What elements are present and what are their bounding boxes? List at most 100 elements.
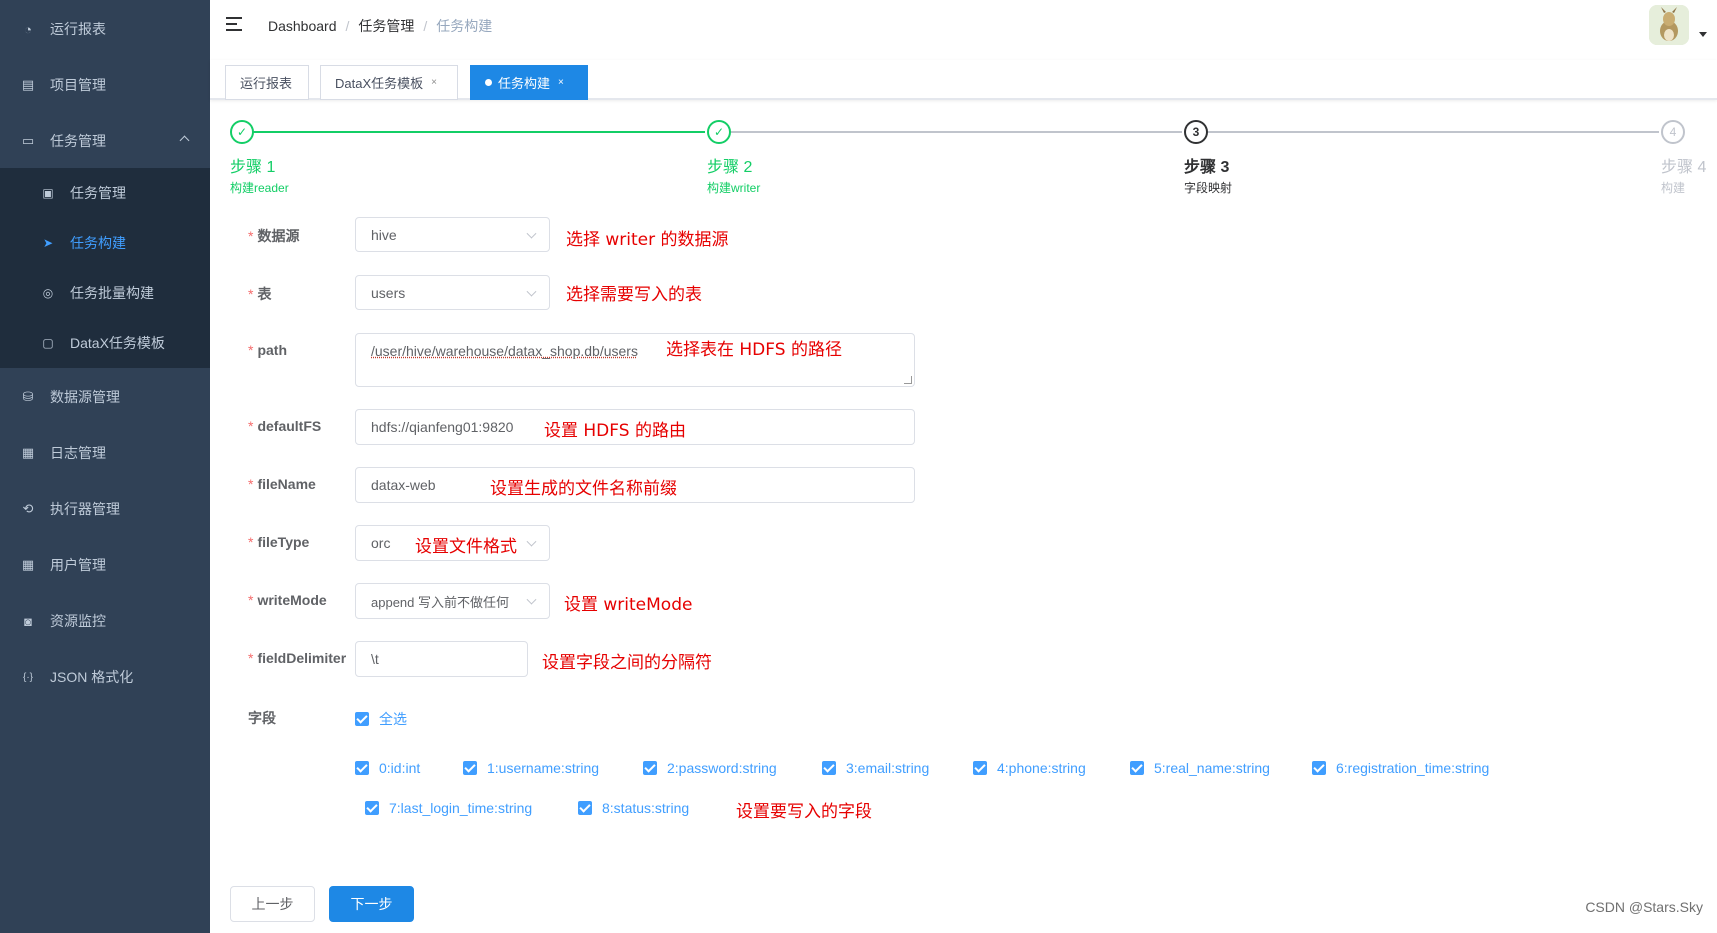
datasource-select[interactable]: hive (355, 217, 550, 252)
sidebar-item-label: 执行器管理 (50, 501, 120, 517)
sidebar-item-datasource[interactable]: ⛁ 数据源管理 (0, 369, 210, 425)
checkbox-checked-icon (365, 801, 379, 815)
writemode-select[interactable]: append 写入前不做任何 (355, 583, 550, 619)
step-2-title: 步骤 2 (707, 159, 753, 176)
sidebar-item-label: 数据源管理 (50, 389, 120, 405)
sidebar-item-label: DataX任务模板 (70, 335, 165, 351)
sidebar-item-executors[interactable]: ⟲ 执行器管理 (0, 481, 210, 537)
breadcrumb-task-manage[interactable]: 任务管理 (358, 16, 414, 36)
table-select[interactable]: users (355, 275, 550, 310)
sidebar-subitem-task-build[interactable]: ➤ 任务构建 (0, 218, 210, 268)
database-icon: ▤ (21, 77, 35, 92)
tag-datax-template[interactable]: DataX任务模板 × (320, 65, 458, 100)
checkbox-checked-icon (1312, 761, 1326, 775)
sidebar-item-json-format[interactable]: {·} JSON 格式化 (0, 649, 210, 705)
step-4-number-icon: 4 (1661, 120, 1685, 144)
fielddelimiter-label: * fieldDelimiter (248, 650, 347, 666)
field-checkbox[interactable]: 8:status:string (578, 800, 689, 816)
fielddelimiter-annotation: 设置字段之间的分隔符 (542, 653, 712, 673)
close-icon[interactable]: × (558, 77, 564, 88)
active-dot-icon (485, 79, 492, 86)
checkbox-checked-icon (643, 761, 657, 775)
hamburger-icon[interactable] (226, 16, 244, 32)
tag-label: DataX任务模板 (335, 76, 424, 91)
step-4-title: 步骤 4 (1661, 159, 1707, 176)
select-all-checkbox[interactable]: 全选 (355, 709, 407, 729)
chevron-up-icon (179, 135, 190, 146)
log-icon: ▦ (21, 445, 35, 460)
sidebar-item-label: 日志管理 (50, 445, 106, 461)
step-1-title: 步骤 1 (230, 159, 276, 176)
monitor-icon: ▭ (21, 133, 35, 148)
breadcrumb-separator: / (345, 18, 350, 34)
path-annotation: 选择表在 HDFS 的路径 (666, 340, 842, 360)
tag-label: 运行报表 (240, 76, 293, 91)
field-checkbox[interactable]: 6:registration_time:string (1312, 760, 1489, 776)
field-checkbox[interactable]: 1:username:string (463, 760, 599, 776)
path-label: * path (248, 342, 288, 358)
tag-task-build[interactable]: 任务构建 × (470, 65, 588, 100)
tags-view: 运行报表 DataX任务模板 × 任务构建 × (210, 60, 1717, 100)
batch-icon: ◎ (42, 286, 54, 300)
table-icon: ▦ (21, 557, 35, 572)
field-checkbox[interactable]: 7:last_login_time:string (365, 800, 532, 816)
checkbox-checked-icon (463, 761, 477, 775)
task-icon: ▣ (42, 186, 54, 200)
tag-label: 任务构建 (498, 76, 551, 91)
field-checkbox[interactable]: 4:phone:string (973, 760, 1086, 776)
checkbox-checked-icon (355, 712, 369, 726)
datasource-label: * 数据源 (248, 228, 300, 244)
writemode-label: * writeMode (248, 592, 327, 608)
prev-step-button[interactable]: 上一步 (230, 886, 315, 922)
json-icon: {·} (22, 671, 33, 683)
sidebar-submenu: ▣ 任务管理 ➤ 任务构建 ◎ 任务批量构建 ▢ DataX任务模板 (0, 168, 210, 368)
field-checkbox[interactable]: 3:email:string (822, 760, 929, 776)
sidebar-item-users[interactable]: ▦ 用户管理 (0, 537, 210, 593)
chevron-down-icon (526, 594, 537, 605)
checkbox-checked-icon (822, 761, 836, 775)
fielddelimiter-input[interactable]: \t (355, 641, 528, 677)
chevron-down-icon (526, 536, 537, 547)
breadcrumb-dashboard[interactable]: Dashboard (268, 18, 337, 34)
step-2-desc: 构建writer (707, 181, 761, 195)
fields-annotation: 设置要写入的字段 (736, 802, 872, 822)
field-checkbox[interactable]: 2:password:string (643, 760, 777, 776)
datasource-icon: ⛁ (22, 389, 34, 404)
step-4-desc: 构建 (1661, 181, 1686, 195)
sidebar-item-label: 任务批量构建 (70, 285, 154, 301)
fields-label: 字段 (248, 710, 276, 726)
field-checkbox[interactable]: 5:real_name:string (1130, 760, 1270, 776)
next-step-button[interactable]: 下一步 (329, 886, 414, 922)
step-2-check-icon: ✓ (707, 120, 731, 144)
filetype-annotation: 设置文件格式 (415, 537, 517, 557)
checkbox-checked-icon (578, 801, 592, 815)
close-icon[interactable]: × (431, 77, 437, 88)
checkbox-checked-icon (1130, 761, 1144, 775)
sidebar-item-tasks[interactable]: ▭ 任务管理 (0, 113, 210, 169)
breadcrumb-separator: / (423, 18, 428, 34)
step-connector (1206, 131, 1659, 133)
resize-handle[interactable] (904, 376, 912, 384)
avatar[interactable] (1649, 5, 1689, 45)
step-3-number-icon: 3 (1184, 120, 1208, 144)
executor-icon: ⟲ (22, 501, 34, 516)
tag-dashboard[interactable]: 运行报表 (225, 65, 309, 100)
field-checkbox[interactable]: 0:id:int (355, 760, 420, 776)
sidebar-item-label: 项目管理 (50, 77, 106, 93)
sidebar-item-resource-monitor[interactable]: ◙ 资源监控 (0, 593, 210, 649)
sidebar-item-dashboard[interactable]: ◔ 运行报表 (0, 1, 210, 57)
sidebar-item-logs[interactable]: ▦ 日志管理 (0, 425, 210, 481)
sidebar: ◔ 运行报表 ▤ 项目管理 ▭ 任务管理 ▣ 任务管理 ➤ 任务构建 ◎ 任务批… (0, 0, 210, 933)
sidebar-subitem-datax-template[interactable]: ▢ DataX任务模板 (0, 318, 210, 368)
caret-down-icon[interactable] (1699, 32, 1707, 37)
step-connector (729, 131, 1182, 133)
sidebar-subitem-task-manage[interactable]: ▣ 任务管理 (0, 168, 210, 218)
step-connector (252, 131, 705, 133)
sidebar-item-projects[interactable]: ▤ 项目管理 (0, 57, 210, 113)
defaultfs-label: * defaultFS (248, 418, 322, 434)
sidebar-item-label: 任务管理 (70, 185, 126, 201)
defaultfs-annotation: 设置 HDFS 的路由 (544, 421, 686, 441)
chevron-down-icon (526, 228, 537, 239)
sidebar-subitem-batch-build[interactable]: ◎ 任务批量构建 (0, 268, 210, 318)
step-1-desc: 构建reader (230, 181, 289, 195)
